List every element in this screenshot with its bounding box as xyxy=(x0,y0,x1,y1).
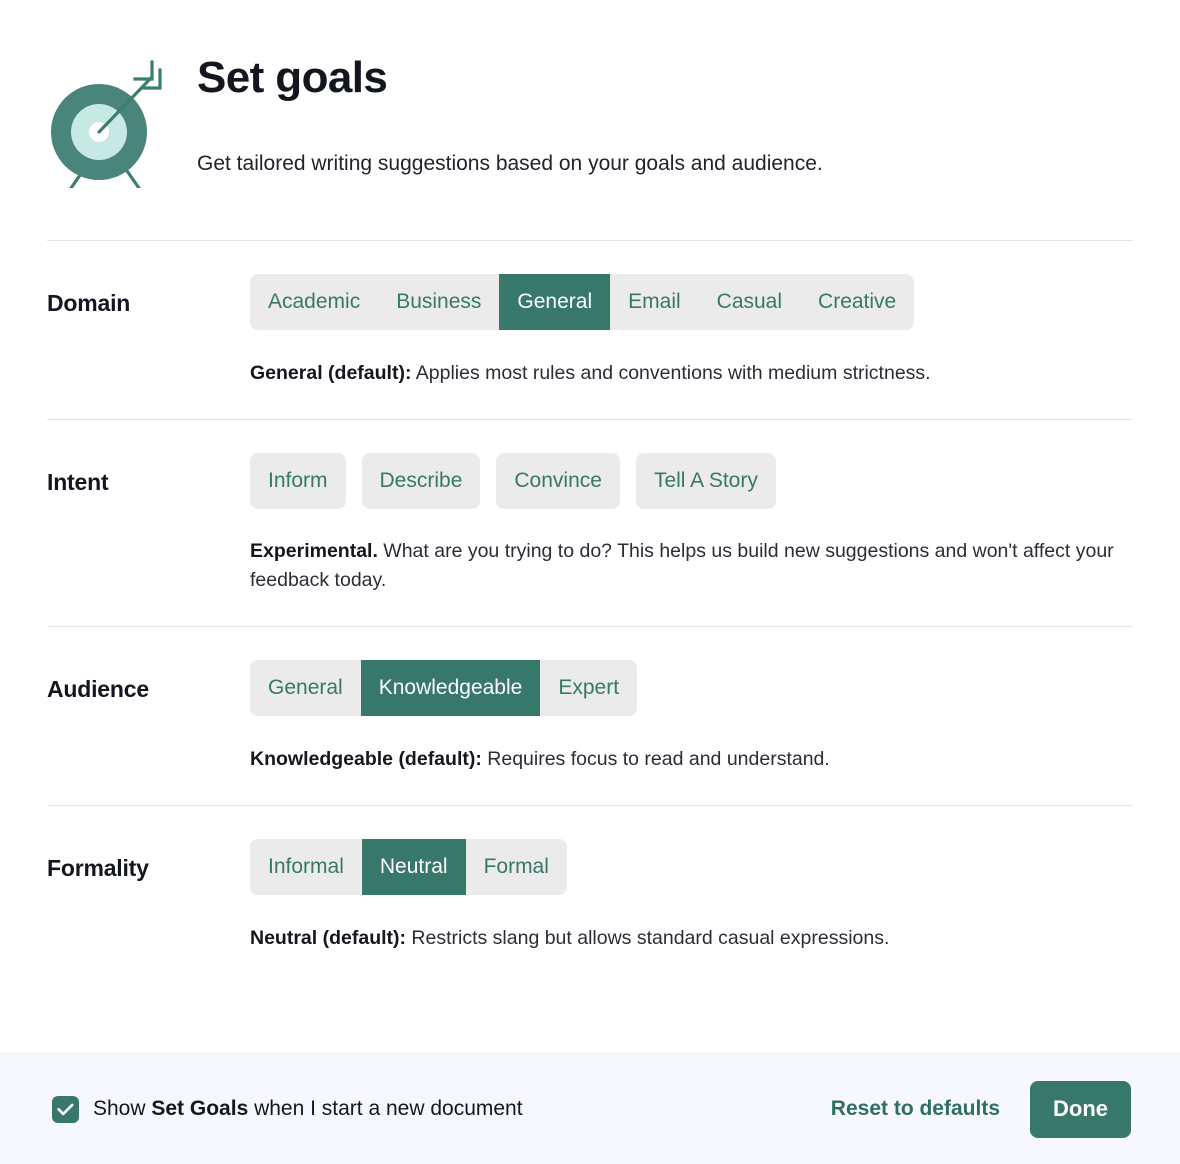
target-with-arrow-icon xyxy=(47,52,197,193)
setting-row-formality: Formality Informal Neutral Formal Neutra… xyxy=(47,806,1133,984)
checkbox-label-after: when I start a new document xyxy=(248,1097,523,1120)
dialog-header: Set goals Get tailored writing suggestio… xyxy=(47,0,1133,193)
formality-option-group: Informal Neutral Formal xyxy=(250,838,567,895)
intent-option-inform[interactable]: Inform xyxy=(250,452,346,509)
formality-description-rest: Restricts slang but allows standard casu… xyxy=(406,926,890,949)
intent-option-convince[interactable]: Convince xyxy=(496,452,620,509)
domain-option-group: Academic Business General Email Casual C… xyxy=(250,274,915,330)
show-set-goals-checkbox[interactable] xyxy=(52,1095,79,1123)
row-content-domain: Academic Business General Email Casual C… xyxy=(250,274,1133,419)
domain-description-lead: General (default): xyxy=(250,362,412,384)
checkmark-icon xyxy=(57,1103,74,1115)
domain-option-creative[interactable]: Creative xyxy=(800,274,915,330)
intent-option-group: Inform Describe Convince Tell A Story xyxy=(250,452,776,509)
audience-description-rest: Requires focus to read and understand. xyxy=(481,747,830,770)
header-text-block: Set goals Get tailored writing suggestio… xyxy=(197,52,1133,177)
dialog-footer: Show Set Goals when I start a new docume… xyxy=(0,1053,1180,1164)
row-content-formality: Informal Neutral Formal Neutral (default… xyxy=(250,838,1133,984)
checkbox-label-bold: Set Goals xyxy=(151,1097,249,1120)
intent-description-rest: What are you trying to do? This helps us… xyxy=(250,539,1114,592)
domain-option-academic[interactable]: Academic xyxy=(250,274,379,330)
checkbox-label-before: Show xyxy=(93,1097,152,1120)
intent-option-tell-a-story[interactable]: Tell A Story xyxy=(635,452,776,509)
formality-description-lead: Neutral (default): xyxy=(250,926,406,949)
dialog-body: Set goals Get tailored writing suggestio… xyxy=(0,0,1180,1053)
show-set-goals-label[interactable]: Show Set Goals when I start a new docume… xyxy=(93,1097,523,1121)
formality-option-neutral[interactable]: Neutral xyxy=(361,838,466,895)
set-goals-dialog: Set goals Get tailored writing suggestio… xyxy=(0,0,1180,1164)
formality-description: Neutral (default): Restricts slang but a… xyxy=(250,924,1130,984)
audience-option-knowledgeable[interactable]: Knowledgeable xyxy=(360,659,541,716)
page-subtitle: Get tailored writing suggestions based o… xyxy=(197,151,823,175)
reset-to-defaults-button[interactable]: Reset to defaults xyxy=(829,1091,1002,1127)
setting-row-domain: Domain Academic Business General Email C… xyxy=(47,241,1133,419)
setting-row-audience: Audience General Knowledgeable Expert Kn… xyxy=(47,627,1133,805)
intent-description-lead: Experimental. xyxy=(250,539,378,562)
formality-option-informal[interactable]: Informal xyxy=(250,838,362,895)
page-title: Set goals xyxy=(197,53,388,102)
domain-option-casual[interactable]: Casual xyxy=(698,274,801,330)
done-button[interactable]: Done xyxy=(1030,1080,1131,1138)
row-label-intent: Intent xyxy=(47,468,109,495)
formality-option-formal[interactable]: Formal xyxy=(465,838,567,895)
footer-left-group: Show Set Goals when I start a new docume… xyxy=(52,1095,829,1123)
domain-description-rest: Applies most rules and conventions with … xyxy=(411,362,931,384)
intent-option-describe[interactable]: Describe xyxy=(361,452,481,509)
footer-right-group: Reset to defaults Done xyxy=(829,1080,1131,1138)
row-content-audience: General Knowledgeable Expert Knowledgeab… xyxy=(250,659,1133,805)
audience-option-general[interactable]: General xyxy=(250,659,361,716)
domain-description: General (default): Applies most rules an… xyxy=(250,359,1130,419)
row-label-formality: Formality xyxy=(47,854,149,881)
setting-row-intent: Intent Inform Describe Convince Tell A S… xyxy=(47,420,1133,626)
domain-option-business[interactable]: Business xyxy=(378,274,500,330)
intent-description: Experimental. What are you trying to do?… xyxy=(250,537,1130,626)
domain-option-email[interactable]: Email xyxy=(610,274,699,330)
audience-option-group: General Knowledgeable Expert xyxy=(250,659,638,716)
row-label-audience: Audience xyxy=(47,675,149,702)
audience-description: Knowledgeable (default): Requires focus … xyxy=(250,745,1130,805)
audience-description-lead: Knowledgeable (default): xyxy=(250,747,482,770)
audience-option-expert[interactable]: Expert xyxy=(540,659,638,716)
domain-option-general[interactable]: General xyxy=(499,274,611,330)
row-content-intent: Inform Describe Convince Tell A Story Ex… xyxy=(250,452,1133,626)
row-label-domain: Domain xyxy=(47,290,131,316)
